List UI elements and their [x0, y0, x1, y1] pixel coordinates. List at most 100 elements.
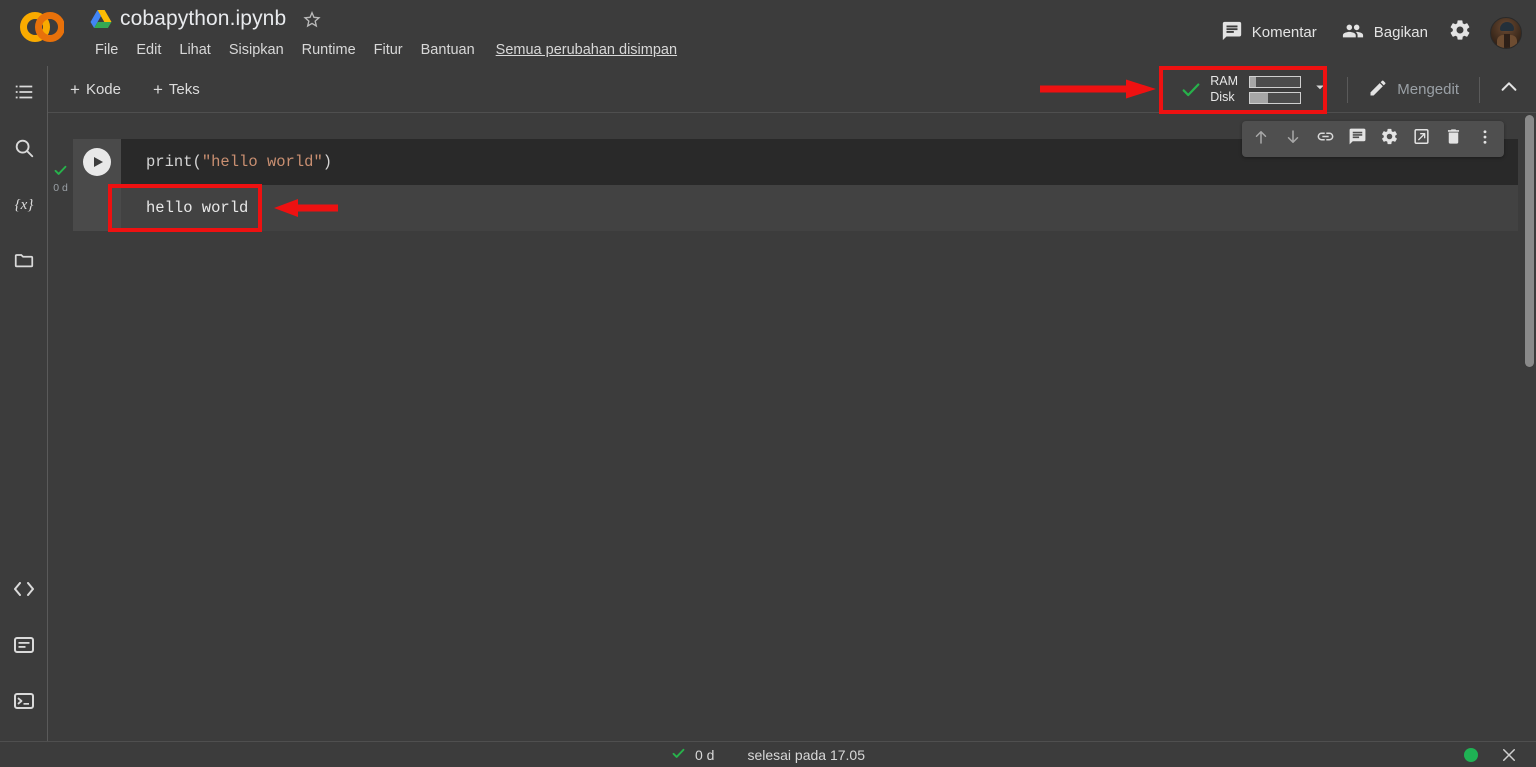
- toolbar-divider: [1347, 77, 1348, 103]
- collapse-toolbar-button[interactable]: [1490, 68, 1528, 111]
- add-comment-button[interactable]: [1342, 124, 1372, 154]
- saved-status[interactable]: Semua perubahan disimpan: [496, 42, 677, 58]
- cell-settings-icon: [1380, 127, 1399, 151]
- search-icon: [13, 137, 35, 164]
- comment-icon: [1221, 20, 1243, 46]
- sidebar-item-files[interactable]: [0, 234, 48, 290]
- menu-item-fitur[interactable]: Fitur: [365, 39, 412, 61]
- cell-output-row: hello world: [73, 185, 1518, 231]
- chevron-down-icon[interactable]: [1311, 78, 1329, 101]
- cell-output-text: hello world: [121, 185, 1518, 231]
- disk-progress-bar: [1249, 92, 1301, 104]
- status-finished-text: selesai pada 17.05: [747, 747, 865, 763]
- share-button[interactable]: Bagikan: [1329, 13, 1440, 53]
- files-folder-icon: [12, 249, 36, 276]
- resource-meters: RAM Disk: [1210, 75, 1301, 104]
- cell-status-gutter: 0 d: [48, 163, 73, 194]
- more-options-button[interactable]: [1470, 124, 1500, 154]
- editing-mode-label: Mengedit: [1397, 81, 1459, 98]
- code-cell: 0 d: [73, 139, 1518, 231]
- colab-logo[interactable]: [20, 10, 64, 44]
- run-cell-button[interactable]: [83, 148, 111, 176]
- sidebar-bottom-group: [0, 563, 48, 731]
- star-outline-icon[interactable]: [302, 9, 322, 29]
- play-icon: [94, 157, 103, 167]
- colab-window: cobapython.ipynb File Edit Lihat Sisipka…: [0, 0, 1536, 767]
- command-palette-icon: [11, 634, 37, 661]
- delete-cell-icon: [1444, 127, 1463, 151]
- vertical-scrollbar[interactable]: [1522, 113, 1536, 741]
- check-icon: [1180, 79, 1202, 101]
- comment-label: Komentar: [1252, 24, 1317, 41]
- document-title[interactable]: cobapython.ipynb: [120, 7, 286, 31]
- editing-mode-button[interactable]: Mengedit: [1358, 72, 1469, 108]
- disk-label: Disk: [1210, 91, 1240, 104]
- add-text-label: Teks: [169, 81, 200, 98]
- status-duration: 0 d: [695, 747, 714, 763]
- sidebar-item-terminal[interactable]: [0, 675, 48, 731]
- run-cell-column: [73, 139, 121, 185]
- sidebar-item-variables[interactable]: {x}: [0, 178, 48, 234]
- google-drive-icon: [90, 9, 112, 29]
- ram-meter-row: RAM: [1210, 75, 1301, 88]
- connected-indicator[interactable]: [1464, 748, 1478, 762]
- avatar-center: [1504, 34, 1510, 49]
- menu-item-lihat[interactable]: Lihat: [170, 39, 219, 61]
- variables-icon: {x}: [11, 193, 37, 220]
- chevron-up-icon: [1498, 76, 1520, 103]
- status-bar-center: 0 d selesai pada 17.05: [671, 746, 865, 764]
- add-code-cell-button[interactable]: + Kode: [60, 76, 131, 103]
- code-snippets-icon: [11, 578, 37, 605]
- people-icon: [1341, 20, 1365, 46]
- plus-icon: +: [70, 81, 80, 98]
- title-block: cobapython.ipynb File Edit Lihat Sisipka…: [90, 2, 677, 61]
- move-cell-down-icon: [1284, 128, 1302, 151]
- left-sidebar: {x}: [0, 66, 48, 741]
- status-bar-right: [1464, 746, 1518, 764]
- move-cell-up-button[interactable]: [1246, 124, 1276, 154]
- menu-item-edit[interactable]: Edit: [127, 39, 170, 61]
- table-of-contents-icon: [13, 81, 35, 108]
- sidebar-item-command-palette[interactable]: [0, 619, 48, 675]
- mirror-cell-button[interactable]: [1406, 124, 1436, 154]
- status-bar: 0 d selesai pada 17.05: [0, 741, 1536, 767]
- sidebar-item-toc[interactable]: [0, 66, 48, 122]
- menu-item-runtime[interactable]: Runtime: [293, 39, 365, 61]
- ram-label: RAM: [1210, 75, 1240, 88]
- avatar-head: [1500, 22, 1514, 31]
- ram-progress-bar: [1249, 76, 1301, 88]
- code-token-function: print: [146, 153, 193, 171]
- check-icon: [671, 746, 686, 764]
- move-cell-up-icon: [1252, 128, 1270, 151]
- more-options-icon: [1476, 128, 1494, 151]
- delete-cell-button[interactable]: [1438, 124, 1468, 154]
- cell-exec-time: 0 d: [48, 182, 73, 194]
- move-cell-down-button[interactable]: [1278, 124, 1308, 154]
- svg-text:{x}: {x}: [15, 197, 34, 213]
- link-to-cell-button[interactable]: [1310, 124, 1340, 154]
- close-icon[interactable]: [1500, 746, 1518, 764]
- notebook-area: 0 d: [48, 113, 1536, 741]
- header-actions: Komentar Bagikan: [1209, 10, 1522, 55]
- menu-item-sisipkan[interactable]: Sisipkan: [220, 39, 293, 61]
- cell-action-toolbar: [1242, 121, 1504, 157]
- code-token-open: (: [193, 153, 202, 171]
- menu-item-file[interactable]: File: [86, 39, 127, 61]
- avatar[interactable]: [1490, 17, 1522, 49]
- terminal-icon: [11, 690, 37, 717]
- sidebar-item-search[interactable]: [0, 122, 48, 178]
- sidebar-item-snippets[interactable]: [0, 563, 48, 619]
- scrollbar-thumb[interactable]: [1525, 115, 1534, 367]
- toolbar-right-group: RAM Disk: [1174, 66, 1528, 113]
- comment-button[interactable]: Komentar: [1209, 13, 1329, 53]
- link-to-cell-icon: [1316, 127, 1335, 151]
- disk-meter-row: Disk: [1210, 91, 1301, 104]
- settings-button[interactable]: [1440, 10, 1480, 55]
- add-text-cell-button[interactable]: + Teks: [143, 76, 210, 103]
- add-comment-icon: [1348, 127, 1367, 151]
- menu-item-bantuan[interactable]: Bantuan: [412, 39, 484, 61]
- app-header: cobapython.ipynb File Edit Lihat Sisipka…: [0, 0, 1536, 66]
- cell-settings-button[interactable]: [1374, 124, 1404, 154]
- resources-indicator[interactable]: RAM Disk: [1174, 70, 1337, 109]
- notebook-toolbar: + Kode + Teks RAM Disk: [48, 66, 1536, 113]
